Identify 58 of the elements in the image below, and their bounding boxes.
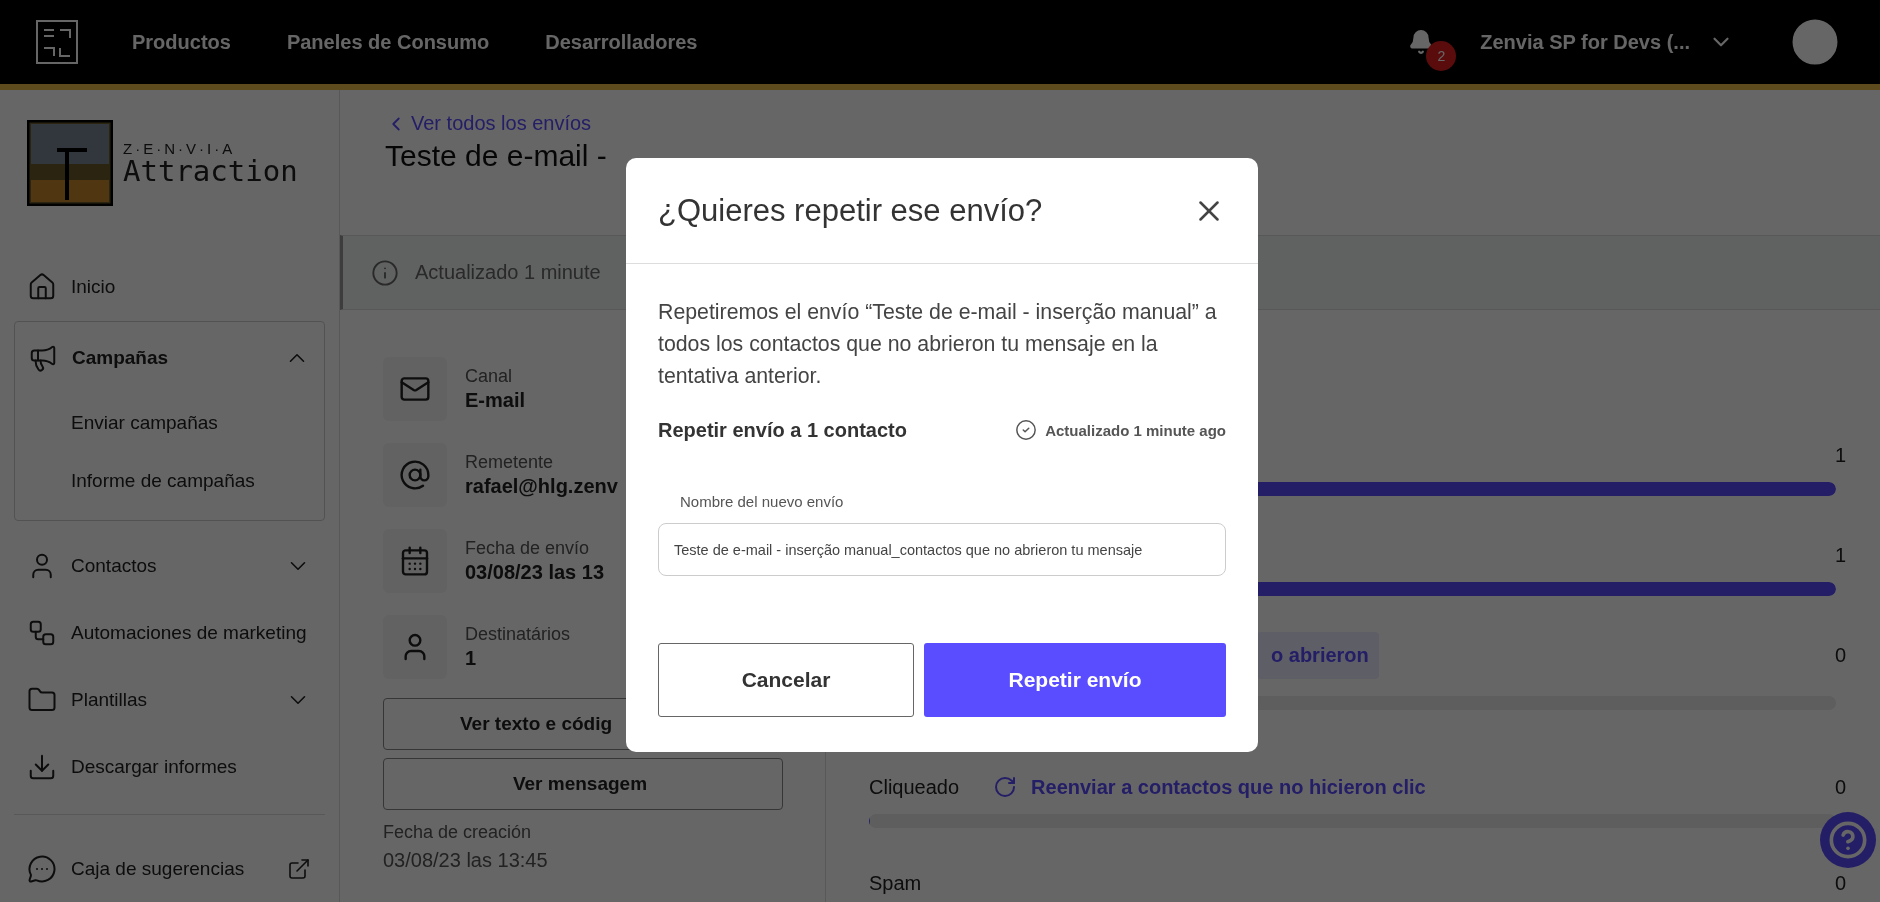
stat-value: 0 [1834,775,1846,799]
banner-text: Actualizado 1 minute [415,261,601,284]
brand-name: Attraction [123,157,298,186]
sidebar-item[interactable]: Caja de sugerencias [14,835,325,902]
sidebar-item[interactable]: Campañas [15,321,324,394]
chat-icon [27,853,57,884]
detail-label: Destinatários [465,624,571,645]
view-button[interactable]: Ver mensagem [383,758,783,810]
refresh-icon [993,775,1018,799]
detail-label: Canal [465,366,514,387]
dialog-message: Repetiremos el envío “Teste de e-mail - inserção manual” a todos los contactos que no abrieron tu mensaje en la tentativa anterior. [658,299,1218,390]
dialog-subtitle: Repetir envío a 1 contacto [658,418,908,442]
detail-value: 1 [465,647,478,670]
updated-text: Actualizado 1 minute ago [1045,421,1226,439]
resend-link[interactable]: Reenviar a contactos que no hicieron clic [993,775,1426,799]
nav-link[interactable]: Desarrolladores [545,30,698,54]
sidebar-item[interactable]: Automaciones de marketing [14,599,325,667]
detail-value: rafael@hlg.zenv [465,475,618,498]
back-link[interactable]: Ver todos los envíos [385,112,1880,135]
stat-value: 0 [1834,872,1846,895]
cancel-button[interactable]: Cancelar [658,643,914,717]
detail-label: Fecha de envío [465,538,591,559]
dialog-title: ¿Quieres repetir ese envío? [658,192,1044,229]
detail-value: E-mail [465,389,526,412]
help-button[interactable] [1820,812,1876,868]
stat-value: 0 [1834,643,1846,667]
sidebar-subitem[interactable]: Enviar campañas [15,393,324,452]
stat-value: 1 [1834,443,1846,467]
info-icon [371,258,399,287]
logo-icon [27,120,113,206]
account-name[interactable]: Zenvia SP for Devs (... [1480,30,1690,54]
nav-link[interactable]: Productos [132,30,231,54]
sidebar-item[interactable]: Plantillas [14,666,325,734]
page-title: Teste de e-mail - [385,139,608,173]
detail-icon [399,545,431,577]
sidebar-item[interactable]: Contactos [14,532,325,600]
nav-link[interactable]: Paneles de Consumo [286,30,490,54]
notification-count: 2 [1426,41,1457,71]
name-field[interactable]: Teste de e-mail - inserção manual_contactos que no abrieron tu mensaje [658,523,1226,576]
logo-icon [36,20,78,64]
stat-label: Cliqueado [869,775,960,799]
stat-value: 1 [1834,543,1846,567]
stat-label: Spam [869,872,922,895]
brand-tagline: Z·E·N·V·I·A [123,140,237,157]
sidebar-item[interactable]: Descargar informes [14,733,325,801]
help-icon [1828,820,1868,860]
sidebar-subitem[interactable]: Informe de campañas [15,451,324,510]
confirm-button[interactable]: Repetir envío [924,643,1226,717]
sidebar-item[interactable]: Inicio [14,254,325,321]
resend-button[interactable]: o abrieron [1257,631,1379,679]
field-label: Nombre del nuevo envío [680,493,845,510]
detail-value: 03/08/23 las 13 [465,561,604,584]
detail-value: 03/08/23 las 13:45 [383,849,549,872]
detail-label: Remetente [465,452,555,473]
detail-icon [399,459,431,491]
check-icon [1015,419,1038,441]
external-link-icon [287,856,311,881]
detail-label: Fecha de creación [383,822,533,843]
